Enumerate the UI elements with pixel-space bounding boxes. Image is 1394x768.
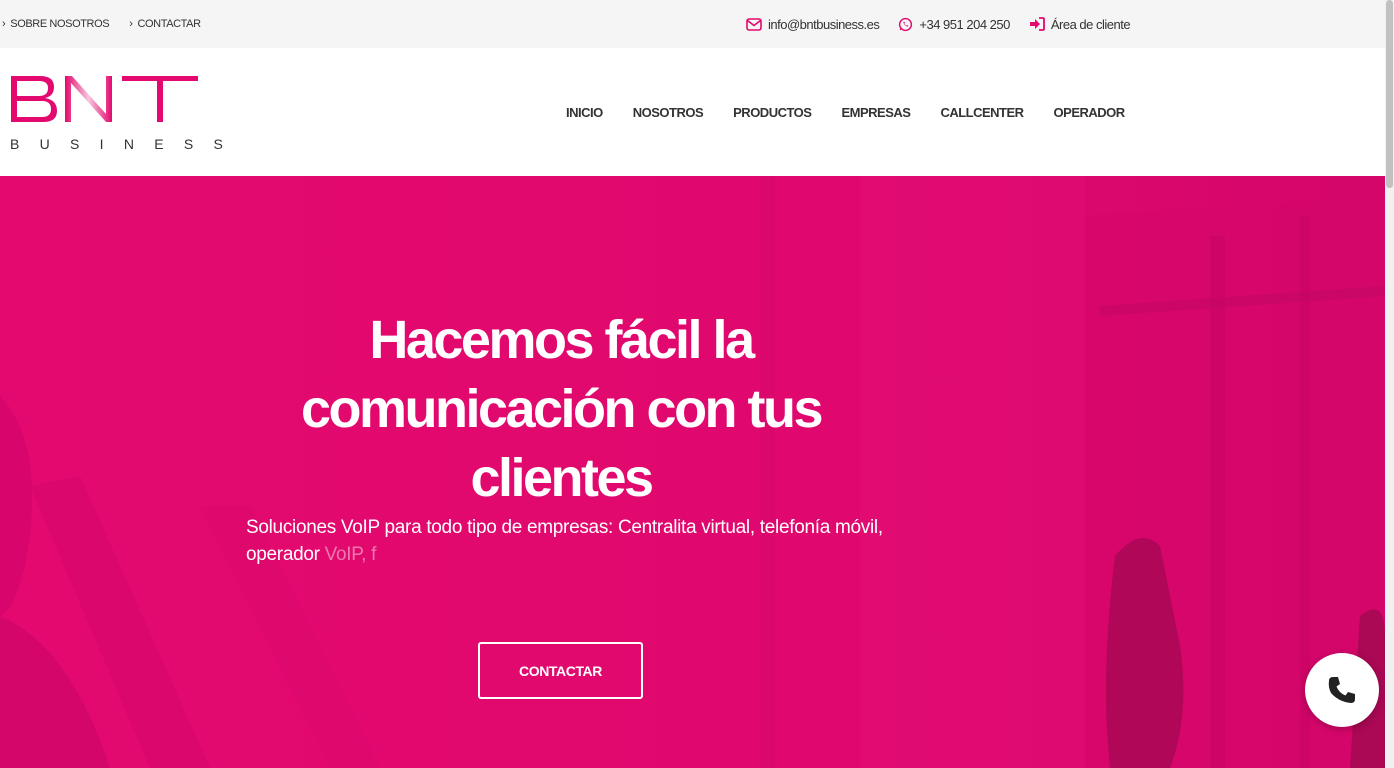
envelope-icon xyxy=(746,17,762,31)
logo-tagline: BUSINESS xyxy=(10,136,244,152)
client-area-text: Área de cliente xyxy=(1050,16,1131,32)
client-area-link[interactable]: Área de cliente xyxy=(1029,16,1131,32)
hero-subtitle-faded: VoIP, f xyxy=(324,544,377,565)
top-link-sobre-nosotros[interactable]: › SOBRE NOSOTROS xyxy=(2,18,110,30)
top-links: › SOBRE NOSOTROS › CONTACTAR xyxy=(0,0,219,48)
phone-link[interactable]: +34 951 204 250 xyxy=(898,16,1010,32)
hero-title: Hacemos fácil la comunicación con tus cl… xyxy=(260,306,862,513)
hero-section: Hacemos fácil la comunicación con tus cl… xyxy=(0,176,1385,768)
top-contact: info@bntbusiness.es +34 951 204 250 Área… xyxy=(746,0,1149,48)
top-link-contactar[interactable]: › CONTACTAR xyxy=(129,18,201,30)
chevron-right-icon: › xyxy=(129,18,133,30)
sign-in-icon xyxy=(1029,17,1045,31)
phone-text: +34 951 204 250 xyxy=(919,16,1010,32)
site-header: BUSINESS INICIO NOSOTROS PRODUCTOS EMPRE… xyxy=(0,48,1385,176)
top-link-label: SOBRE NOSOTROS xyxy=(10,18,110,30)
page-scrollbar[interactable] xyxy=(1385,0,1394,768)
top-link-label: CONTACTAR xyxy=(137,18,201,30)
main-nav: INICIO NOSOTROS PRODUCTOS EMPRESAS CALLC… xyxy=(551,48,1140,176)
nav-productos[interactable]: PRODUCTOS xyxy=(718,105,826,120)
top-bar: › SOBRE NOSOTROS › CONTACTAR info@bntbus… xyxy=(0,0,1385,48)
hero-subtitle-text: Soluciones VoIP para todo tipo de empres… xyxy=(246,517,883,538)
hero-subtitle-text: operador xyxy=(246,544,325,565)
phone-icon xyxy=(1328,677,1355,703)
nav-nosotros[interactable]: NOSOTROS xyxy=(618,105,718,120)
bnt-logo[interactable]: BUSINESS xyxy=(10,74,223,154)
nav-operador[interactable]: OPERADOR xyxy=(1039,105,1140,120)
contactar-button[interactable]: CONTACTAR xyxy=(478,642,643,699)
email-link[interactable]: info@bntbusiness.es xyxy=(746,16,880,32)
chevron-right-icon: › xyxy=(2,18,6,30)
nav-inicio[interactable]: INICIO xyxy=(551,105,618,120)
nav-callcenter[interactable]: CALLCENTER xyxy=(925,105,1038,120)
nav-empresas[interactable]: EMPRESAS xyxy=(826,105,925,120)
email-text: info@bntbusiness.es xyxy=(768,16,880,32)
hero-title-line: comunicación con tus xyxy=(300,379,824,439)
hero-subtitle: Soluciones VoIP para todo tipo de empres… xyxy=(246,514,906,568)
whatsapp-icon xyxy=(899,17,913,31)
call-button[interactable] xyxy=(1305,653,1379,727)
scrollbar-thumb[interactable] xyxy=(1386,0,1393,188)
hero-title-line: clientes xyxy=(470,448,654,508)
hero-title-line: Hacemos fácil la xyxy=(369,310,755,370)
